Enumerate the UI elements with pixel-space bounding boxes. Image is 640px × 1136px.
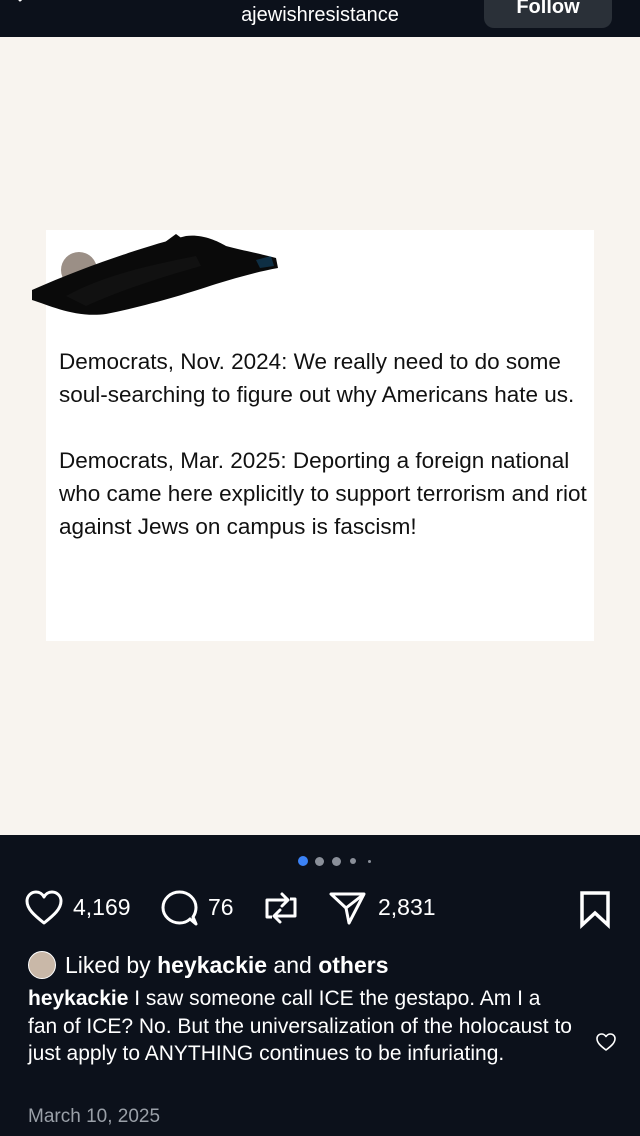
tweet-paragraph: Democrats, Nov. 2024: We really need to … <box>59 349 575 407</box>
liked-by-prefix: Liked by <box>65 952 158 978</box>
share-count: 2,831 <box>378 894 436 920</box>
carousel-dot <box>332 857 341 866</box>
tweet-text: Democrats, Nov. 2024: We really need to … <box>59 345 594 576</box>
follow-button[interactable]: Follow <box>484 0 612 28</box>
like-count: 4,169 <box>73 894 131 920</box>
liked-by-others[interactable]: others <box>318 952 388 978</box>
action-bar: 4,169 76 2,831 <box>0 885 640 931</box>
heart-outline-icon[interactable] <box>595 1032 617 1052</box>
carousel-dot <box>368 860 371 863</box>
liked-by-middle: and <box>267 952 319 978</box>
liker-avatar[interactable] <box>28 951 56 979</box>
bookmark-icon[interactable] <box>578 889 612 929</box>
redaction-mark <box>32 234 278 315</box>
top-bar: ajewishresistance Follow <box>0 0 640 37</box>
comment-icon[interactable] <box>160 889 200 927</box>
share-icon[interactable] <box>328 890 368 926</box>
tweet-card: Democrats, Nov. 2024: We really need to … <box>32 230 594 641</box>
carousel-indicator <box>0 855 640 867</box>
comment-count: 76 <box>208 894 234 920</box>
caption-username[interactable]: heykackie <box>28 987 128 1010</box>
carousel-dot <box>350 858 356 864</box>
post-image[interactable]: Democrats, Nov. 2024: We really need to … <box>0 37 640 835</box>
carousel-dot <box>315 857 324 866</box>
repost-icon[interactable] <box>262 890 300 926</box>
heart-icon[interactable] <box>24 890 64 926</box>
liked-by-user[interactable]: heykackie <box>157 952 267 978</box>
caption: heykackie I saw someone call ICE the ges… <box>28 985 573 1068</box>
carousel-dot <box>298 856 308 866</box>
post-date: March 10, 2025 <box>28 1106 161 1127</box>
tweet-paragraph: Democrats, Mar. 2025: Deporting a foreig… <box>59 448 587 539</box>
